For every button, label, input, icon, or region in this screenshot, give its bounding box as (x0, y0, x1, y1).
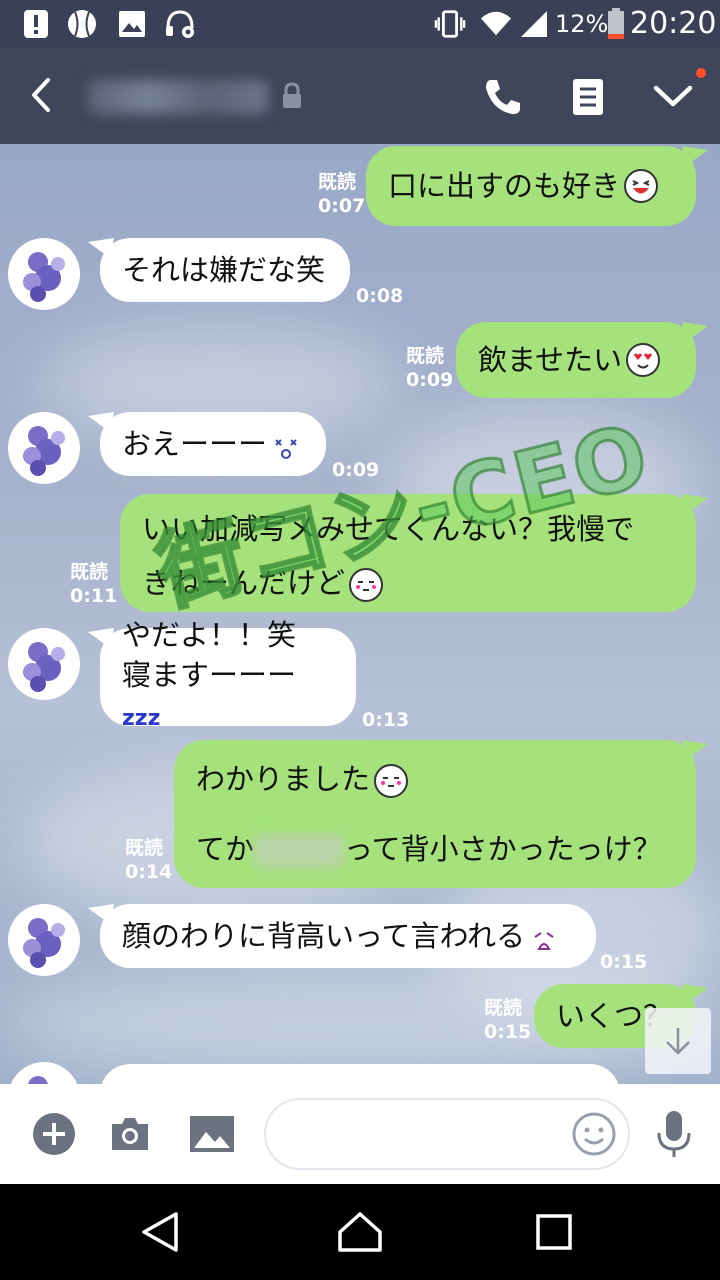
message-text: 口に出すのも好き (388, 169, 621, 203)
message-text-line: って背小さかったっけ？ (344, 832, 662, 866)
message-time: 0:08 (356, 285, 404, 307)
message-time: 0:13 (362, 709, 410, 731)
system-nav-bar (0, 1184, 720, 1280)
crying-emoji-icon (531, 923, 557, 950)
read-status: 既読 (125, 837, 164, 859)
avatar[interactable] (8, 904, 80, 976)
message-text: 飲ませたい (478, 343, 623, 377)
home-icon (338, 1212, 382, 1252)
message-bubble-outgoing[interactable]: 飲ませたい (456, 322, 696, 398)
message-text: それは嫌だな笑 (122, 253, 326, 287)
read-status: 既読 (318, 171, 357, 193)
message-meta: 既読 0:07 (318, 170, 365, 218)
add-button[interactable] (28, 1108, 80, 1160)
message-meta: 既読 0:09 (406, 344, 453, 392)
notes-icon (573, 79, 603, 115)
zzz-emoji: zzz (122, 706, 161, 731)
message-text: おえーーー (122, 427, 268, 461)
wifi-icon (480, 8, 512, 40)
bubble-tail (682, 494, 708, 514)
message-bubble-outgoing[interactable]: わかりました てか って背小さかったっけ？ (174, 740, 696, 888)
clock: 20:20 (630, 6, 717, 41)
message-bubble-incoming[interactable]: それは嫌だな笑 (100, 238, 350, 302)
vibrate-icon (434, 8, 466, 40)
message-time: 0:09 (406, 369, 454, 391)
message-time: 0:15 (484, 1021, 532, 1043)
arrow-down-icon (666, 1028, 690, 1055)
sticker-button[interactable] (568, 1108, 620, 1160)
headset-icon (164, 8, 196, 40)
message-time: 0:14 (125, 861, 173, 883)
phone-icon (486, 80, 520, 115)
nav-recents-button[interactable] (528, 1206, 580, 1258)
avatar[interactable] (8, 628, 80, 700)
back-button[interactable] (20, 70, 70, 120)
message-time: 0:07 (318, 195, 366, 217)
signal-icon (518, 8, 550, 40)
message-time: 0:11 (70, 585, 118, 607)
voice-button[interactable] (648, 1108, 700, 1160)
avatar[interactable] (8, 1062, 80, 1084)
message-bubble-incoming[interactable]: おえーーー (100, 412, 326, 476)
sleepy-face-emoji-icon (374, 764, 409, 798)
message-bubble-incoming[interactable]: 顔のわりに背高いって言われる (100, 904, 596, 968)
input-bar (0, 1084, 720, 1184)
message-time: 0:15 (600, 951, 648, 973)
bubble-tail (682, 984, 708, 1004)
message-bubble-incoming[interactable] (100, 1064, 620, 1084)
battery-icon (600, 8, 632, 40)
message-text-line: わかりました (196, 762, 371, 796)
nav-home-button[interactable] (334, 1206, 386, 1258)
bubble-tail (682, 146, 708, 166)
message-meta: 既読 0:14 (125, 836, 172, 884)
dizzy-emoji-icon (273, 431, 299, 459)
scroll-to-bottom-button[interactable] (645, 1008, 711, 1074)
message-text-line: 寝ますーーー (122, 658, 297, 692)
gallery-button[interactable] (182, 1108, 242, 1160)
mic-icon (657, 1111, 691, 1157)
bubble-tail (682, 322, 708, 342)
gallery-icon (190, 1116, 234, 1152)
laughing-emoji-icon (624, 169, 659, 203)
message-meta: 既読 0:11 (70, 560, 117, 608)
message-bubble-incoming[interactable]: やだよ！！笑 寝ますーーー zzz (100, 618, 356, 731)
menu-dropdown-button[interactable] (648, 72, 698, 122)
message-text-line: やだよ！！笑 (122, 618, 297, 652)
call-button[interactable] (478, 72, 528, 122)
alert-icon (20, 8, 52, 40)
camera-icon (112, 1118, 148, 1150)
plus-icon (33, 1113, 75, 1155)
message-text: 顔のわりに背高いって言われる (122, 919, 526, 953)
avatar[interactable] (8, 412, 80, 484)
message-meta: 既読 0:15 (484, 996, 531, 1044)
read-status: 既読 (406, 345, 445, 367)
back-icon (32, 78, 50, 112)
notes-button[interactable] (563, 72, 613, 122)
nav-back-button[interactable] (134, 1206, 186, 1258)
camera-button[interactable] (104, 1108, 156, 1160)
chat-area[interactable]: 既読 0:07 口に出すのも好き それは嫌だな笑 0:08 既読 0:09 飲ま… (0, 144, 720, 1084)
status-bar: 12% 20:20 (0, 0, 720, 48)
back-triangle-icon (142, 1212, 178, 1252)
heart-eyes-emoji-icon (626, 343, 661, 377)
chevron-down-icon (653, 85, 693, 107)
read-status: 既読 (484, 997, 523, 1019)
lock-icon (280, 82, 304, 110)
read-status: 既読 (70, 561, 109, 583)
bubble-tail (682, 740, 708, 760)
chat-title-blurred[interactable] (88, 80, 268, 114)
baseball-icon (66, 8, 98, 40)
message-bubble-outgoing[interactable]: 口に出すのも好き (366, 146, 696, 226)
avatar[interactable] (8, 238, 80, 310)
recents-icon (536, 1214, 572, 1250)
blurred-name (254, 834, 345, 868)
image-icon (116, 8, 148, 40)
chat-header (0, 48, 720, 144)
notification-dot (696, 68, 706, 78)
smiley-icon (572, 1112, 616, 1156)
message-text-line: てか (196, 832, 255, 866)
